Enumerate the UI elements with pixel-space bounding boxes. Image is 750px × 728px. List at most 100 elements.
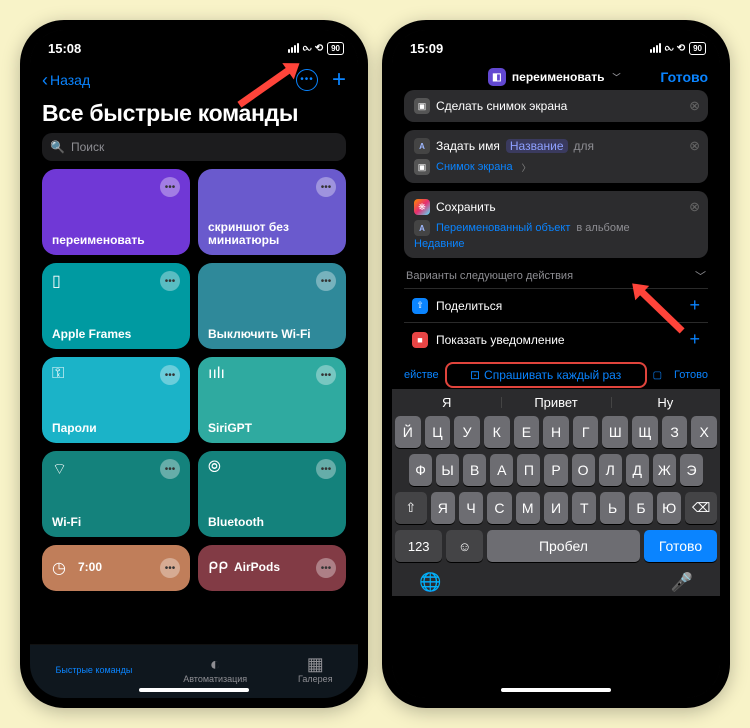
shortcut-tile[interactable]: ᑭᑭAirPods••• [198,545,346,591]
done-button[interactable]: Готово [660,69,708,85]
back-label: Назад [50,72,90,88]
shortcut-tile[interactable]: ⌔•••Wi-Fi [42,451,190,537]
tile-more-button[interactable]: ••• [316,365,336,385]
action-post: для [574,139,595,153]
key-letter[interactable]: Ю [657,492,681,524]
chevron-down-icon[interactable]: ﹀ [695,268,706,284]
key-letter[interactable]: О [572,454,595,486]
tile-name: Apple Frames [52,328,180,341]
mic-icon[interactable]: 🎤 [671,572,693,593]
tile-more-button[interactable]: ••• [316,271,336,291]
share-icon: ⇧ [412,298,428,314]
key-letter[interactable]: Ц [425,416,451,448]
shortcut-title[interactable]: ◧ переименовать ﹀ [488,68,621,86]
suggestion[interactable]: Ну [611,395,720,410]
key-letter[interactable]: Л [599,454,622,486]
key-letter[interactable]: Й [395,416,421,448]
key-letter[interactable]: Ф [409,454,432,486]
key-go[interactable]: Готово [644,530,717,562]
remove-action-button[interactable]: ⊗ [689,199,700,215]
key-letter[interactable]: З [662,416,688,448]
key-letter[interactable]: С [487,492,511,524]
key-letter[interactable]: Ж [653,454,676,486]
tile-more-button[interactable]: ••• [160,558,180,578]
add-next-button[interactable]: + [689,295,700,316]
key-letter[interactable]: Б [629,492,653,524]
remove-action-button[interactable]: ⊗ [689,98,700,114]
sb-right[interactable]: Готово [668,369,714,381]
tile-more-button[interactable]: ••• [160,177,180,197]
remove-action-button[interactable]: ⊗ [689,138,700,154]
key-letter[interactable]: Г [573,416,599,448]
key-delete[interactable]: ⌫ [685,492,717,524]
tab-shortcuts[interactable]: Быстрые команды [55,665,132,675]
tile-more-button[interactable]: ••• [160,271,180,291]
add-next-button[interactable]: + [689,329,700,350]
sub-recent[interactable]: Недавние [414,238,465,250]
key-123[interactable]: 123 [395,530,442,562]
key-letter[interactable]: Ы [436,454,459,486]
key-shift[interactable]: ⇧ [395,492,427,524]
shortcut-tile[interactable]: ⦾•••Bluetooth [198,451,346,537]
key-letter[interactable]: Р [544,454,567,486]
key-emoji[interactable]: ☺ [446,530,482,562]
key-letter[interactable]: Т [572,492,596,524]
search-icon: 🔍 [50,140,65,154]
action-set-name[interactable]: A Задать имя Название для ▣ Снимок экран… [404,130,708,183]
globe-icon[interactable]: 🌐 [419,572,441,593]
key-letter[interactable]: Е [514,416,540,448]
key-letter[interactable]: Д [626,454,649,486]
home-indicator[interactable] [139,688,249,692]
sb-square[interactable]: ▢ [647,370,668,381]
key-letter[interactable]: В [463,454,486,486]
key-letter[interactable]: А [490,454,513,486]
sub-renamed[interactable]: Переименованный объект [436,222,570,234]
suggestion[interactable]: Я [392,395,501,410]
key-letter[interactable]: У [454,416,480,448]
home-indicator[interactable] [501,688,611,692]
key-letter[interactable]: И [544,492,568,524]
key-letter[interactable]: Э [680,454,703,486]
back-button[interactable]: ‹ Назад [42,71,90,89]
action-save[interactable]: ❋ Сохранить A Переименованный объект в а… [404,191,708,258]
search-input[interactable]: 🔍 Поиск [42,133,346,161]
add-button[interactable]: + [332,68,346,92]
key-letter[interactable]: Щ [632,416,658,448]
tab-gallery[interactable]: ▦ Галерея [298,655,333,685]
shortcut-tile[interactable]: •••Выключить Wi-Fi [198,263,346,349]
next-notify[interactable]: ■ Показать уведомление + [404,322,708,356]
tile-more-button[interactable]: ••• [160,365,180,385]
clock-icon: ◷ [52,558,74,578]
tile-more-button[interactable]: ••• [160,459,180,479]
key-letter[interactable]: Ш [602,416,628,448]
shortcut-tile[interactable]: ▯•••Apple Frames [42,263,190,349]
sb-left[interactable]: ействе [398,369,445,381]
key-letter[interactable]: К [484,416,510,448]
key-letter[interactable]: Ь [600,492,624,524]
key-letter[interactable]: Х [691,416,717,448]
ask-each-time-button[interactable]: ⊡ Спрашивать каждый раз [445,362,647,388]
wifi-icon: ⌔ [52,459,74,479]
tab-automation[interactable]: ◐ Автоматизация [183,655,247,685]
shortcut-tile[interactable]: ◷7:00••• [42,545,190,591]
action-text: Сделать снимок экрана [436,99,567,113]
tile-more-button[interactable]: ••• [316,459,336,479]
shortcut-tile[interactable]: ⚿•••Пароли [42,357,190,443]
key-letter[interactable]: М [516,492,540,524]
key-letter[interactable]: П [517,454,540,486]
tile-more-button[interactable]: ••• [316,177,336,197]
photos-icon: ❋ [414,199,430,215]
key-space[interactable]: Пробел [487,530,640,562]
action-sub[interactable]: Снимок экрана [436,161,513,173]
suggestion[interactable]: Привет [501,395,610,410]
shortcut-tile[interactable]: ıılı•••SiriGPT [198,357,346,443]
key-letter[interactable]: Ч [459,492,483,524]
key-letter[interactable]: Н [543,416,569,448]
action-screenshot[interactable]: ▣ Сделать снимок экрана ⊗ [404,90,708,122]
shortcut-tile[interactable]: •••переименовать [42,169,190,255]
name-field[interactable]: Название [506,139,568,153]
tile-more-button[interactable]: ••• [316,558,336,578]
shortcut-tile[interactable]: •••скриншот без миниатюры [198,169,346,255]
suggestion-bar: Я Привет Ну [392,388,720,412]
key-letter[interactable]: Я [431,492,455,524]
